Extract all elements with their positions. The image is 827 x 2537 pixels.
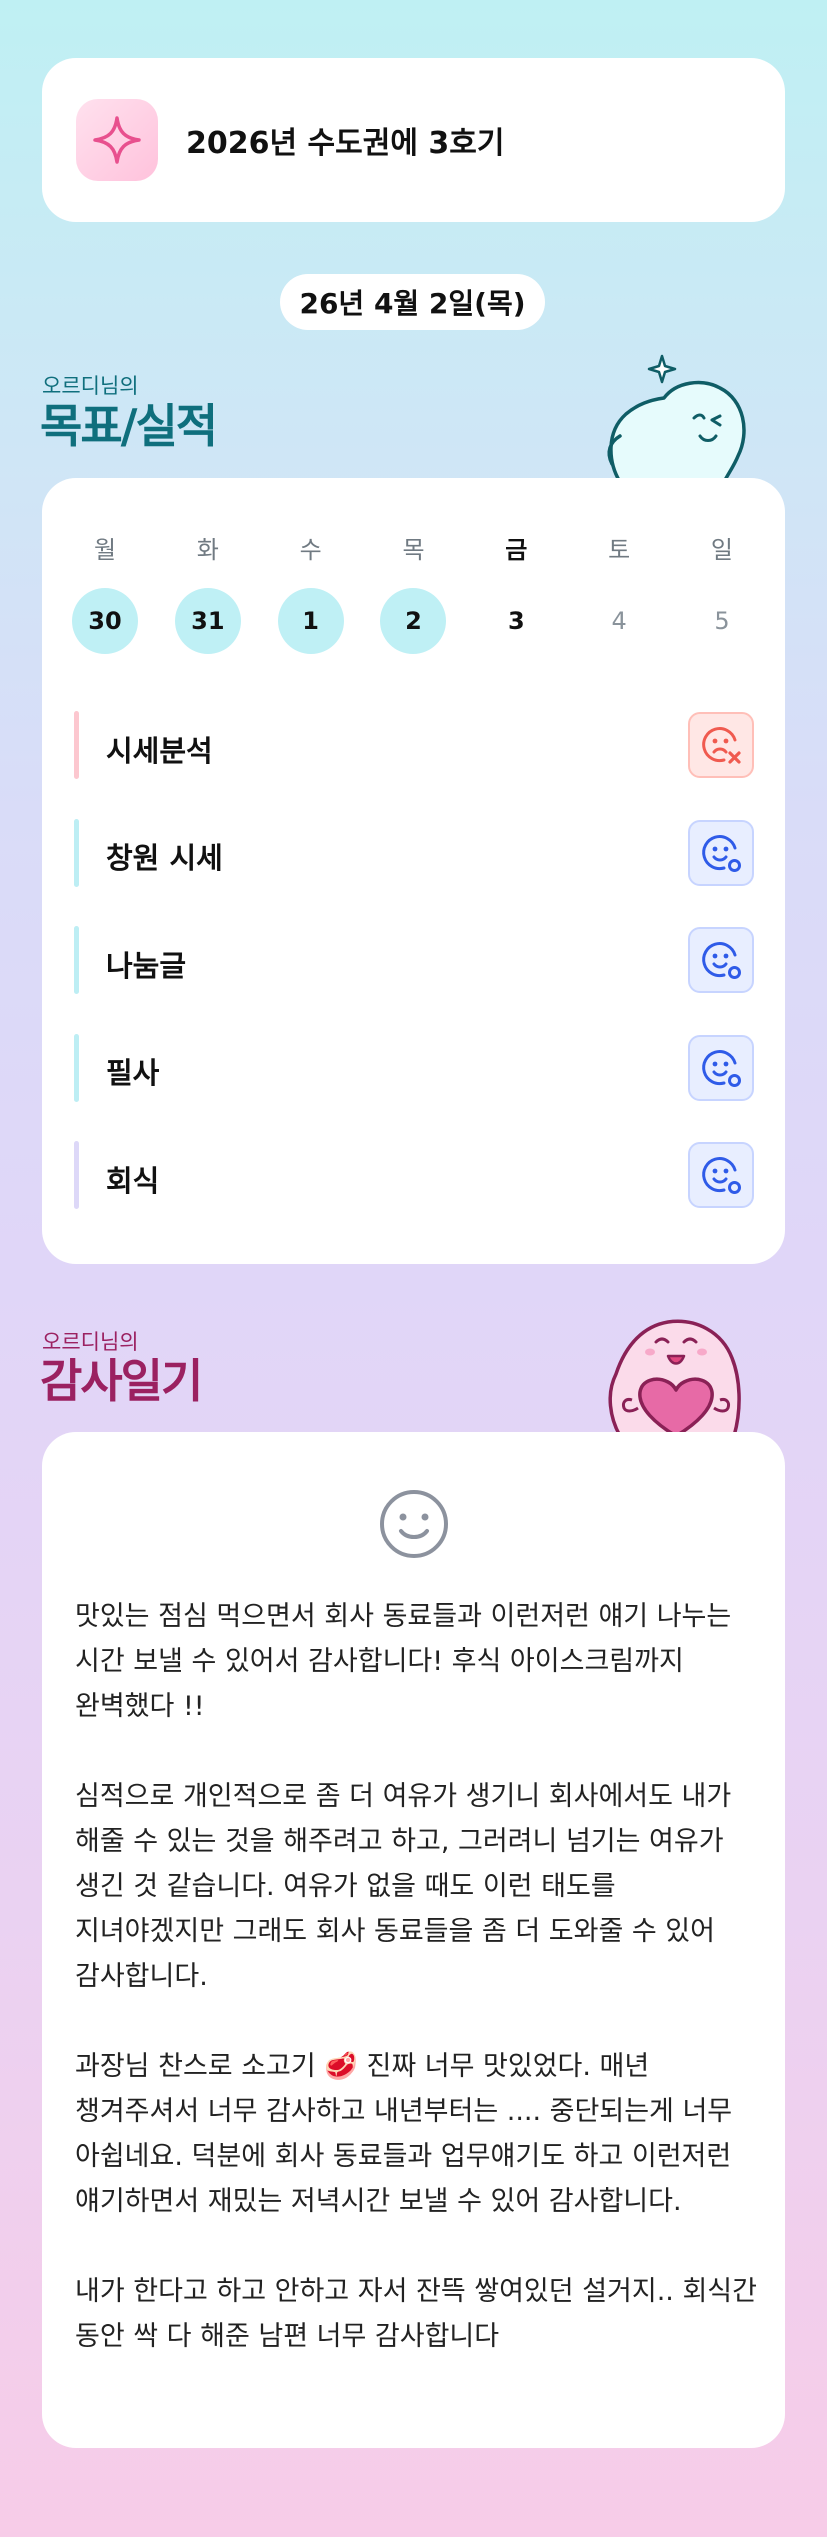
task-row[interactable]: 창원 시세 — [74, 803, 754, 911]
day-name: 금 — [505, 536, 528, 564]
day-number[interactable]: 31 — [174, 588, 241, 654]
gratitude-paragraph: 내가 한다고 하고 안하고 자서 잔뜩 쌓여있던 설거지.. 회식간 동안 싹 … — [75, 2276, 757, 2352]
day-name: 화 — [196, 536, 219, 564]
ghost-mascot-icon — [607, 354, 746, 482]
status-done-icon[interactable] — [688, 1034, 754, 1101]
goals-card: 월 30 화 31 수 1 목 2 금 3 토 4 일 5 시세분석 창원 시세… — [42, 478, 785, 1264]
gratitude-paragraph: 심적으로 개인적으로 좀 더 여유가 생기니 회사에서도 내가 해줄 수 있는 … — [75, 1781, 732, 1992]
date-pill[interactable]: 26년 4월 2일(목) — [280, 274, 545, 330]
week-calendar: 월 30 화 31 수 1 목 2 금 3 토 4 일 5 — [72, 530, 755, 654]
day-sat[interactable]: 토 4 — [586, 530, 652, 654]
day-number[interactable]: 30 — [72, 588, 138, 654]
task-color-bar — [74, 1141, 79, 1209]
day-name: 일 — [710, 536, 734, 564]
day-number[interactable]: 1 — [277, 588, 344, 654]
day-mon[interactable]: 월 30 — [72, 530, 138, 654]
day-name: 목 — [402, 536, 425, 564]
gratitude-paragraph: 맛있는 점심 먹으면서 회사 동료들과 이런저런 얘기 나누는 시간 보낼 수 … — [75, 1601, 732, 1722]
task-row[interactable]: 필사 — [74, 1018, 754, 1126]
task-color-bar — [74, 711, 79, 779]
goals-section-title: 목표/실적 — [40, 399, 218, 453]
goal-title: 2026년 수도권에 3호기 — [186, 126, 505, 161]
status-fail-icon[interactable] — [688, 712, 754, 778]
task-row[interactable]: 회식 — [74, 1125, 754, 1233]
task-color-bar — [74, 818, 79, 887]
task-row[interactable]: 나눔글 — [74, 910, 754, 1018]
task-label: 회식 — [106, 1163, 160, 1198]
day-number[interactable]: 2 — [380, 588, 447, 654]
smile-face-icon[interactable] — [376, 1486, 452, 1562]
task-label: 시세분석 — [106, 733, 213, 768]
day-tue[interactable]: 화 31 — [174, 530, 241, 654]
status-done-icon[interactable] — [688, 819, 754, 886]
gratitude-section-title: 감사일기 — [40, 1354, 203, 1408]
status-done-icon[interactable] — [688, 927, 754, 993]
day-name: 월 — [93, 536, 117, 564]
sparkle-icon — [76, 99, 158, 181]
day-name: 토 — [608, 536, 631, 564]
day-thu[interactable]: 목 2 — [380, 530, 447, 654]
task-color-bar — [74, 926, 79, 994]
day-number[interactable]: 3 — [483, 588, 549, 654]
heart-mascot-icon — [608, 1319, 741, 1436]
day-sun[interactable]: 일 5 — [689, 530, 755, 654]
task-list: 시세분석 창원 시세 나눔글 필사 회식 — [74, 695, 754, 1233]
task-label: 필사 — [106, 1056, 160, 1091]
goal-card[interactable]: 2026년 수도권에 3호기 — [42, 58, 785, 222]
day-wed[interactable]: 수 1 — [277, 530, 344, 654]
gratitude-text: 맛있는 점심 먹으면서 회사 동료들과 이런저런 얘기 나누는 시간 보낼 수 … — [75, 1594, 760, 2359]
gratitude-paragraph: 과장님 찬스로 소고기 🥩 진짜 너무 맛있었다. 매년 챙겨주셔서 너무 감사… — [75, 2051, 733, 2217]
day-name: 수 — [299, 536, 322, 564]
task-label: 나눔글 — [106, 948, 187, 983]
day-number[interactable]: 4 — [586, 588, 652, 654]
day-number[interactable]: 5 — [689, 588, 755, 654]
task-label: 창원 시세 — [106, 841, 223, 876]
task-color-bar — [74, 1033, 79, 1102]
day-fri[interactable]: 금 3 — [483, 530, 549, 654]
gratitude-card: 맛있는 점심 먹으면서 회사 동료들과 이런저런 얘기 나누는 시간 보낼 수 … — [42, 1432, 785, 2448]
task-row[interactable]: 시세분석 — [74, 695, 754, 803]
status-done-icon[interactable] — [688, 1142, 754, 1208]
